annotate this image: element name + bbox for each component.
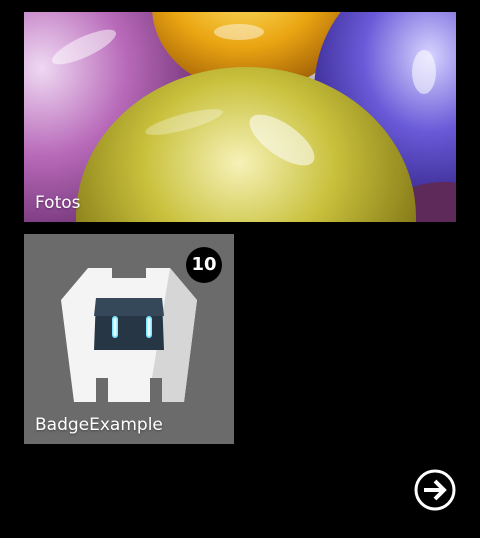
arrow-right-circle-icon — [414, 469, 456, 511]
cordova-icon — [61, 268, 197, 402]
badgeexample-tile[interactable]: 10 BadgeExample — [24, 234, 234, 444]
photos-tile-image — [24, 12, 456, 222]
badgeexample-tile-label: BadgeExample — [35, 415, 163, 435]
next-page-button[interactable] — [414, 469, 456, 511]
notification-badge: 10 — [186, 247, 222, 283]
photos-tile-label: Fotos — [35, 193, 81, 213]
photos-tile[interactable]: Fotos — [24, 12, 456, 222]
